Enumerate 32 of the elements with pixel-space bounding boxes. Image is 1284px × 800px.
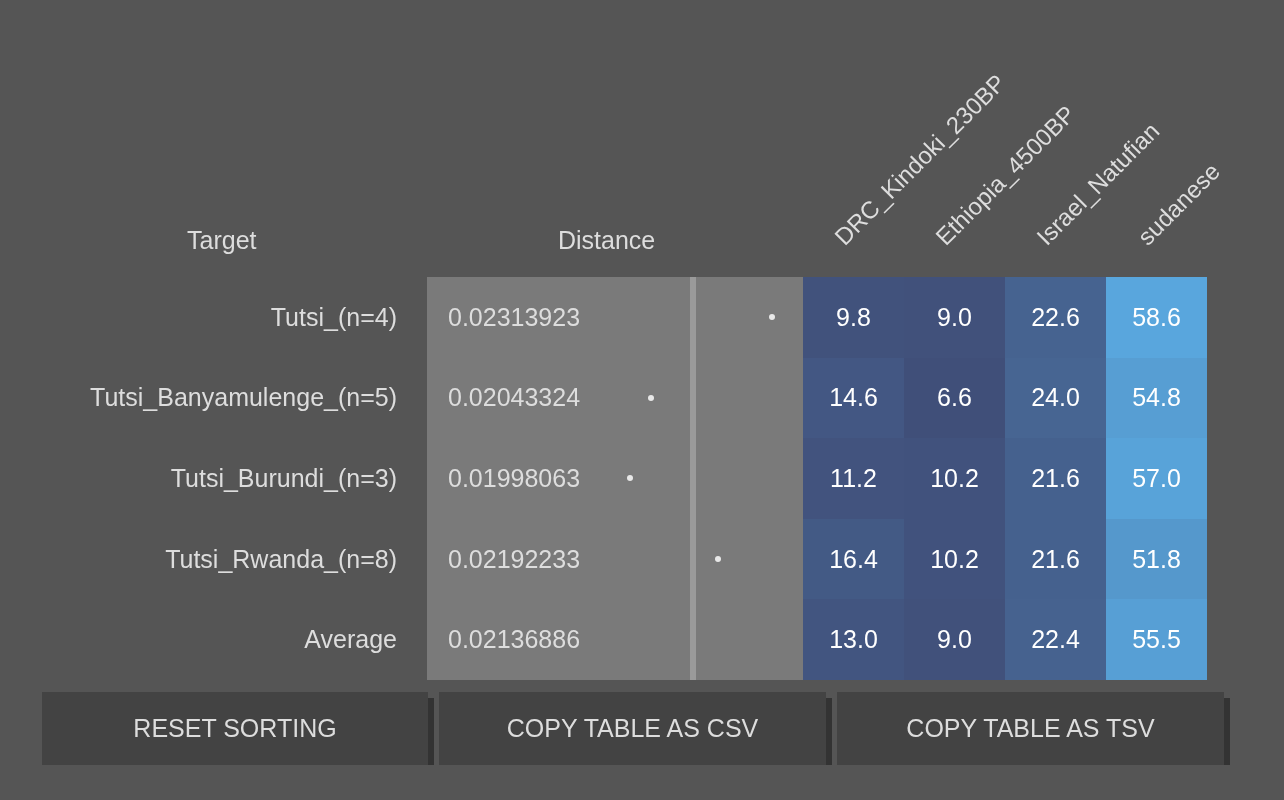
table-cell: 11.2: [803, 438, 904, 519]
table-cell: 16.4: [803, 518, 904, 600]
table-cell: 6.6: [904, 357, 1005, 439]
table-cell: 9.8: [803, 277, 904, 358]
row-label: Tutsi_Burundi_(n=3): [170, 464, 397, 493]
table-cell: 22.4: [1005, 599, 1106, 680]
table-cell: 21.6: [1005, 518, 1106, 600]
table-cell: 58.6: [1106, 277, 1207, 358]
row-label: Tutsi_Banyamulenge_(n=5): [90, 383, 397, 413]
distance-value: 0.02192233: [447, 544, 581, 574]
table-cell: 10.2: [904, 438, 1005, 519]
table-cell: 14.6: [803, 357, 904, 439]
column-header[interactable]: Distance: [558, 226, 656, 255]
row-label: Average: [304, 625, 397, 655]
table-cell: 54.8: [1106, 357, 1207, 439]
table-cell: 21.6: [1005, 438, 1106, 519]
column-header[interactable]: Target: [187, 226, 257, 255]
distance-value: 0.02136886: [447, 625, 581, 655]
distance-value: 0.02313923: [447, 302, 581, 332]
table-cell: 22.6: [1005, 277, 1106, 358]
table-cell: 13.0: [803, 599, 904, 680]
table-cell: 55.5: [1106, 599, 1207, 680]
row-label: Tutsi_(n=4): [270, 302, 397, 332]
distance-value: 0.01998063: [447, 464, 581, 493]
distance-value: 0.02043324: [447, 383, 581, 413]
table-cell: 51.8: [1106, 518, 1207, 600]
table-cell: 57.0: [1106, 438, 1207, 519]
table-cell: 10.2: [904, 518, 1005, 600]
row-label: Tutsi_Rwanda_(n=8): [165, 544, 397, 574]
table-cell: 9.0: [904, 599, 1005, 680]
table-cell: 24.0: [1005, 357, 1106, 439]
table-cell: 9.0: [904, 277, 1005, 358]
